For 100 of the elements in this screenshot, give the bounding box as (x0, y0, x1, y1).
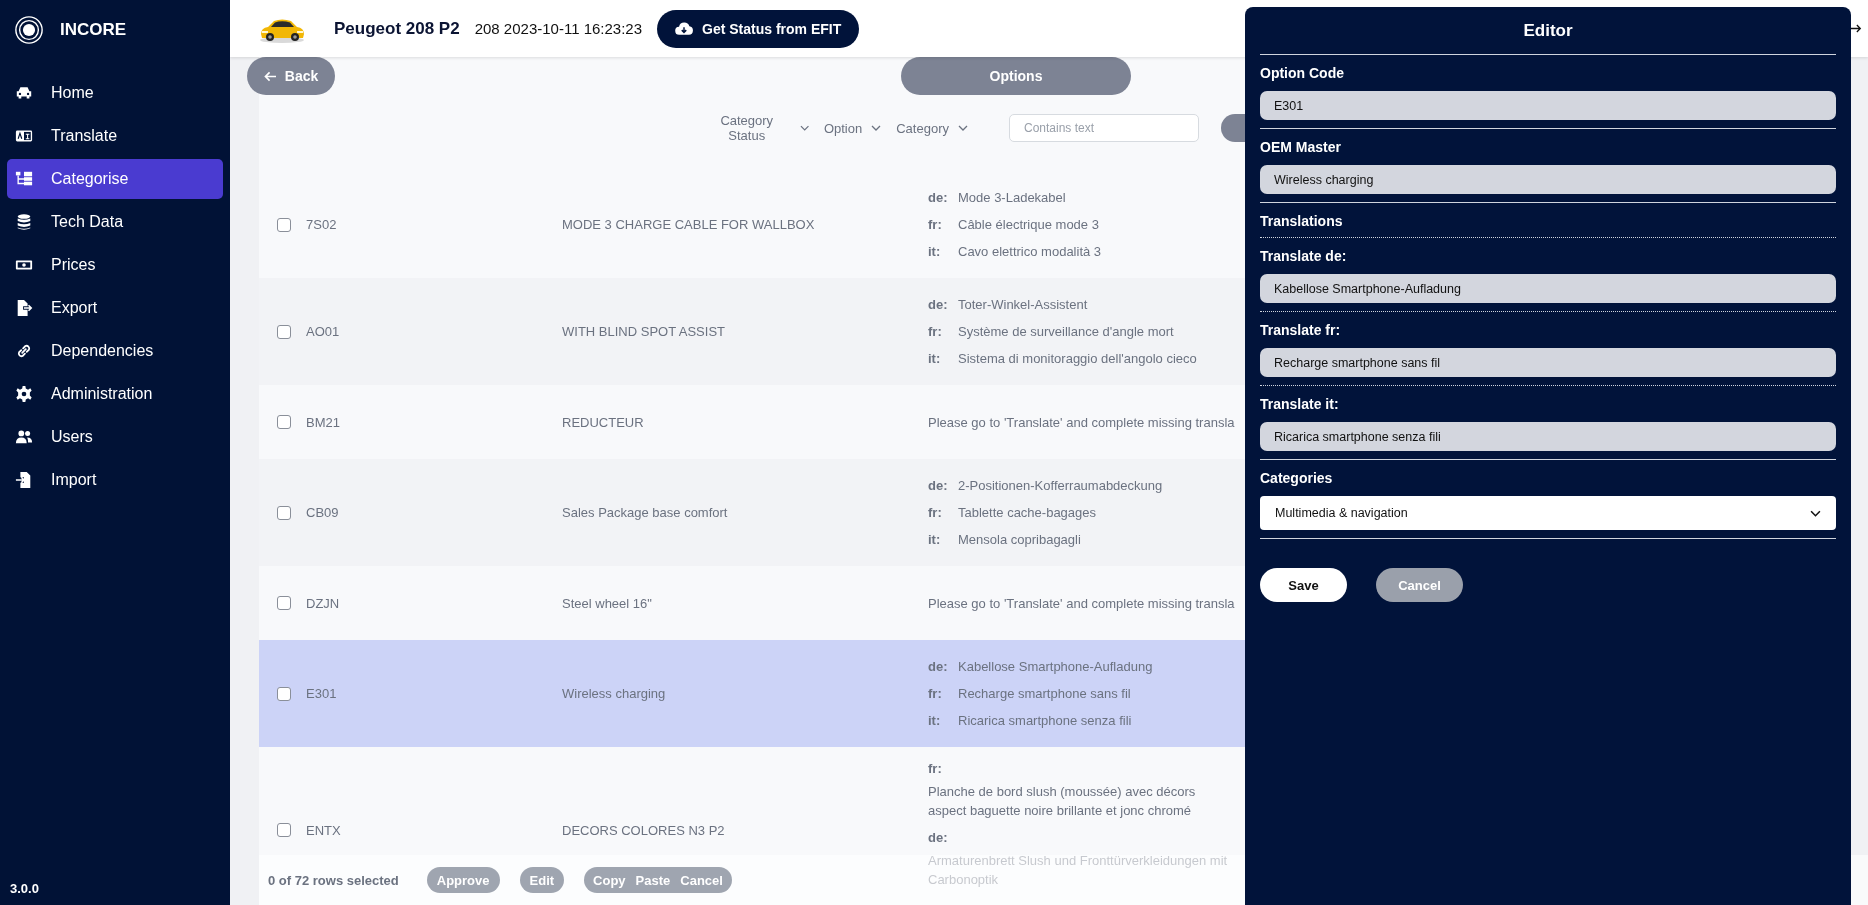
translation-text: Kabellose Smartphone-Aufladung (958, 659, 1153, 674)
arrow-left-icon (263, 70, 277, 82)
option-description: MODE 3 CHARGE CABLE FOR WALLBOX (562, 217, 816, 232)
save-button[interactable]: Save (1260, 568, 1347, 602)
sidebar-item[interactable]: Translate (7, 116, 223, 156)
option-description: DECORS COLORES N3 P2 (562, 822, 726, 838)
field-label: Option Code (1260, 65, 1345, 81)
logo-icon (14, 15, 44, 45)
option-code: BM21 (306, 414, 341, 430)
translation-text: Cavo elettrico modalità 3 (958, 244, 1102, 259)
translation-text: Sistema di monitoraggio dell'angolo cieco (958, 351, 1197, 366)
option-code: ENTX (306, 822, 342, 838)
arrow-right-icon[interactable] (1850, 23, 1862, 34)
row-checkbox[interactable] (277, 686, 291, 701)
chevron-down-icon (799, 125, 809, 131)
back-button[interactable]: Back (247, 57, 335, 95)
editor-title: Editor (1522, 19, 1574, 42)
table-row[interactable]: CB09 Sales Package base comfort de: 2-Positionen-Kofferraumabdeckung fr: Tablette cache-bagages it: Mensola copribagagli (259, 459, 1245, 566)
language-label: it: (928, 713, 942, 728)
field-label: Translate it: (1260, 396, 1340, 412)
action-button[interactable] (1221, 114, 1245, 142)
field-label: OEM Master (1260, 139, 1342, 155)
row-checkbox[interactable] (277, 823, 291, 837)
filter-dropdown[interactable]: Category (896, 120, 968, 136)
chevron-down-icon (957, 125, 968, 131)
language-label: de: (928, 830, 949, 845)
language-label: it: (928, 532, 942, 547)
search-field[interactable]: Contains text (1008, 114, 1200, 142)
input-field[interactable]: E301 (1260, 91, 1836, 120)
tree-icon (14, 170, 34, 188)
chevron-down-icon (1810, 509, 1821, 517)
language-label: de: (928, 478, 949, 493)
sidebar-item[interactable]: Administration (7, 374, 223, 414)
language-label: it: (928, 244, 942, 259)
row-checkbox[interactable] (277, 217, 291, 232)
option-description: WITH BLIND SPOT ASSIST (562, 324, 726, 339)
filter-dropdown[interactable]: Category Status (703, 113, 809, 143)
language-label: de: (928, 190, 949, 205)
sidebar-item[interactable]: Prices (7, 245, 223, 285)
language-label: de: (928, 297, 949, 312)
option-description: Wireless charging (562, 686, 667, 701)
translation-text: Planche de bord slush (moussée) avec décors aspect baguette noire brillante et jonc chromé (928, 783, 1197, 820)
language-label: fr: (928, 324, 943, 339)
snapshot-label: 208 2023-10-11 16:23:23 (474, 20, 643, 37)
options-button[interactable]: Options (901, 57, 1131, 95)
sidebar-item[interactable]: Categorise (7, 159, 223, 199)
status-button[interactable]: Get Status from EFIT (657, 9, 860, 48)
sidebar-item[interactable]: Export (7, 288, 223, 328)
filter-dropdown[interactable]: Option (823, 120, 882, 136)
translation-text: Toter-Winkel-Assistent (958, 297, 1088, 312)
option-code: CB09 (306, 505, 340, 520)
missing-translation-message: Please go to 'Translate' and complete missing transla (928, 595, 1235, 611)
input-field[interactable]: Kabellose Smartphone-Aufladung (1260, 274, 1836, 303)
row-checkbox[interactable] (277, 596, 291, 610)
row-checkbox[interactable] (277, 324, 291, 339)
translation-text: Mensola copribagagli (958, 532, 1081, 547)
category-select[interactable]: Multimedia & navigation (1260, 496, 1836, 530)
language-label: de: (928, 659, 949, 674)
sidebar-item[interactable]: Users (7, 417, 223, 457)
gear-icon (14, 385, 34, 403)
language-label: fr: (928, 217, 943, 232)
table-row[interactable]: AO01 WITH BLIND SPOT ASSIST de: Toter-Winkel-Assistent fr: Système de surveillance d'angle mort it: Sistema di monitoraggio dell'angolo cieco (259, 278, 1245, 385)
cloud-download-icon (675, 21, 694, 36)
chevron-down-icon (871, 125, 882, 131)
field-label: Categories (1260, 470, 1334, 486)
field-label: Translate de: (1260, 248, 1348, 264)
translation-text: 2-Positionen-Kofferraumabdeckung (958, 478, 1163, 493)
option-description: Sales Package base comfort (562, 505, 729, 520)
vehicle-title: Peugeot 208 P2 (334, 18, 460, 39)
option-description: REDUCTEUR (562, 414, 645, 430)
translation-text: Système de surveillance d'angle mort (958, 324, 1174, 339)
input-field[interactable]: Recharge smartphone sans fil (1260, 348, 1836, 377)
translation-text: Câble électrique mode 3 (958, 217, 1099, 232)
input-field[interactable]: Wireless charging (1260, 165, 1836, 194)
sidebar-item[interactable]: Tech Data (7, 202, 223, 242)
language-label: fr: (928, 761, 943, 776)
sidebar-item[interactable]: Home (7, 73, 223, 113)
translation-text: Mode 3-Ladekabel (958, 190, 1066, 205)
option-code: DZJN (306, 595, 341, 611)
language-label: it: (928, 351, 942, 366)
sidebar-item[interactable]: Dependencies (7, 331, 223, 371)
missing-translation-message: Please go to 'Translate' and complete missing transla (928, 414, 1235, 430)
selection-count: 0 of 72 rows selected (268, 872, 399, 888)
field-label: Translate fr: (1260, 322, 1342, 338)
section-heading: Translations (1260, 213, 1344, 229)
language-label: fr: (928, 505, 943, 520)
option-code: E301 (306, 686, 338, 701)
users-icon (14, 428, 34, 446)
language-label: fr: (928, 686, 943, 701)
translation-text: Ricarica smartphone senza fili (958, 713, 1132, 728)
version-label: 3.0.0 (10, 881, 39, 896)
option-code: 7S02 (306, 217, 338, 232)
app-name: INCORE (60, 20, 127, 40)
row-checkbox[interactable] (277, 415, 291, 429)
option-description: Steel wheel 16" (562, 595, 653, 611)
option-code: AO01 (306, 324, 341, 339)
sidebar-item[interactable]: Import (7, 460, 223, 500)
translation-text: Tablette cache-bagages (958, 505, 1097, 520)
row-checkbox[interactable] (277, 505, 291, 520)
input-field[interactable]: Ricarica smartphone senza fili (1260, 422, 1836, 451)
